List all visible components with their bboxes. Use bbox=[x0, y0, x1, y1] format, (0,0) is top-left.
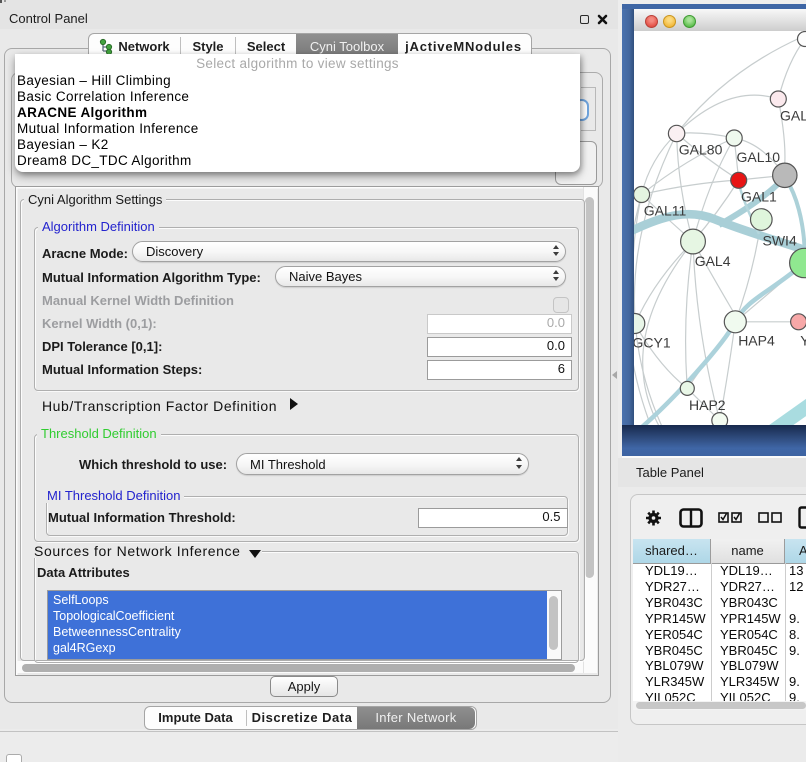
svg-text:HAP2: HAP2 bbox=[689, 397, 726, 413]
svg-text:GAL10: GAL10 bbox=[737, 149, 781, 165]
svg-text:GAL11: GAL11 bbox=[644, 203, 687, 219]
svg-text:Y: Y bbox=[800, 333, 806, 349]
svg-text:GAL80: GAL80 bbox=[679, 142, 723, 158]
svg-text:GAL4: GAL4 bbox=[695, 253, 731, 269]
svg-text:GCY1: GCY1 bbox=[634, 335, 671, 351]
svg-text:SWI4: SWI4 bbox=[763, 233, 797, 249]
svg-text:HAP4: HAP4 bbox=[738, 333, 775, 349]
svg-text:GAL7: GAL7 bbox=[780, 108, 806, 124]
svg-text:GAL1: GAL1 bbox=[741, 189, 777, 205]
